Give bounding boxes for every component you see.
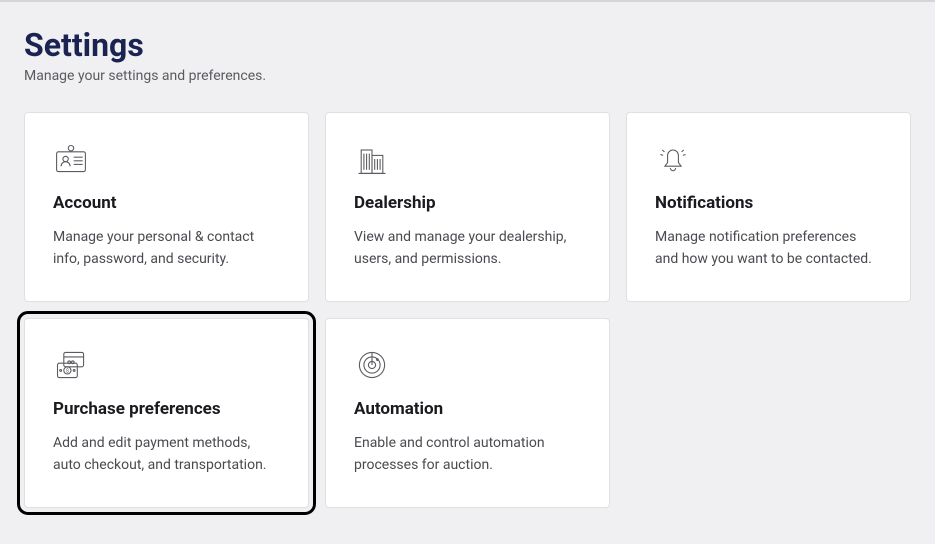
card-account[interactable]: Account Manage your personal & contact i… — [24, 112, 309, 302]
page-title: Settings — [24, 26, 911, 64]
card-description: Manage notification preferences and how … — [655, 227, 882, 270]
card-automation[interactable]: Automation Enable and control automation… — [325, 318, 610, 508]
svg-text:$: $ — [66, 368, 69, 375]
card-description: Add and edit payment methods, auto check… — [53, 433, 280, 476]
card-notifications[interactable]: Notifications Manage notification prefer… — [626, 112, 911, 302]
page-subtitle: Manage your settings and preferences. — [24, 68, 911, 84]
payment-icon: $ — [53, 347, 89, 383]
card-title: Notifications — [655, 193, 882, 213]
card-dealership[interactable]: Dealership View and manage your dealersh… — [325, 112, 610, 302]
radar-icon — [354, 347, 390, 383]
settings-container: Settings Manage your settings and prefer… — [0, 2, 935, 532]
card-description: View and manage your dealership, users, … — [354, 227, 581, 270]
card-title: Account — [53, 193, 280, 213]
card-title: Dealership — [354, 193, 581, 213]
card-title: Purchase preferences — [53, 399, 280, 419]
card-purchase-preferences[interactable]: $ Purchase preferences Add and edit paym… — [24, 318, 309, 508]
settings-cards-grid: Account Manage your personal & contact i… — [24, 112, 911, 508]
card-description: Enable and control automation processes … — [354, 433, 581, 476]
page-header: Settings Manage your settings and prefer… — [24, 26, 911, 84]
buildings-icon — [354, 141, 390, 177]
bell-icon — [655, 141, 691, 177]
card-title: Automation — [354, 399, 581, 419]
id-badge-icon — [53, 141, 89, 177]
card-description: Manage your personal & contact info, pas… — [53, 227, 280, 270]
